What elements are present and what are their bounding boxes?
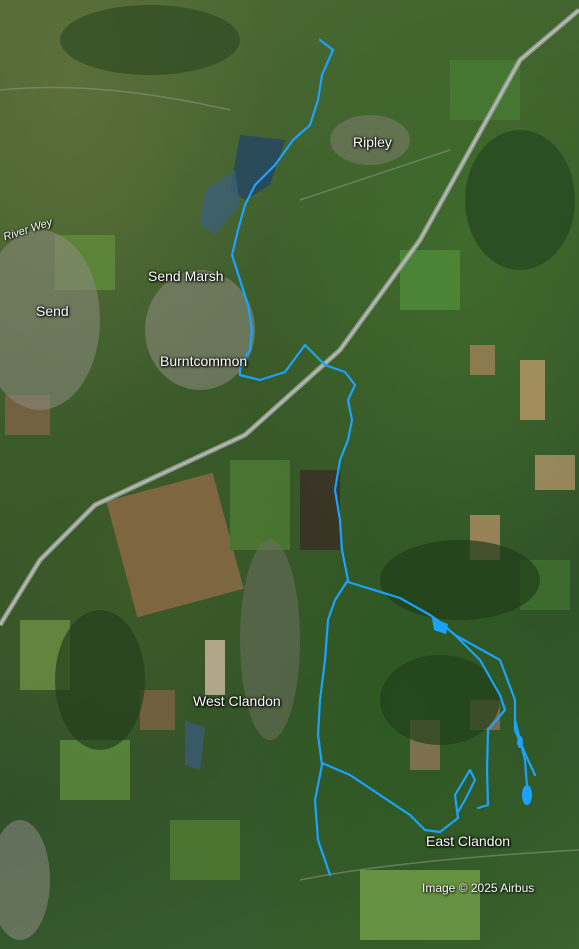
place-label-send-marsh: Send Marsh bbox=[148, 268, 224, 284]
route-overlay bbox=[230, 38, 537, 877]
route-line bbox=[320, 761, 442, 834]
imagery-credit: Image © 2025 Airbus bbox=[422, 881, 535, 895]
place-label-ripley: Ripley bbox=[353, 134, 392, 150]
satellite-map[interactable]: Ripley Send Marsh Send Burntcommon West … bbox=[0, 0, 579, 949]
route-pond-marker bbox=[522, 785, 532, 805]
place-label-east-clandon: East Clandon bbox=[426, 833, 511, 849]
place-label-burntcommon: Burntcommon bbox=[160, 353, 248, 369]
place-label-send: Send bbox=[36, 303, 69, 319]
route-pin-marker bbox=[432, 618, 448, 634]
route-line bbox=[438, 768, 477, 834]
route-line bbox=[230, 38, 357, 877]
route-pond-marker bbox=[517, 736, 523, 748]
route-line bbox=[346, 580, 537, 777]
place-label-west-clandon: West Clandon bbox=[193, 693, 281, 709]
